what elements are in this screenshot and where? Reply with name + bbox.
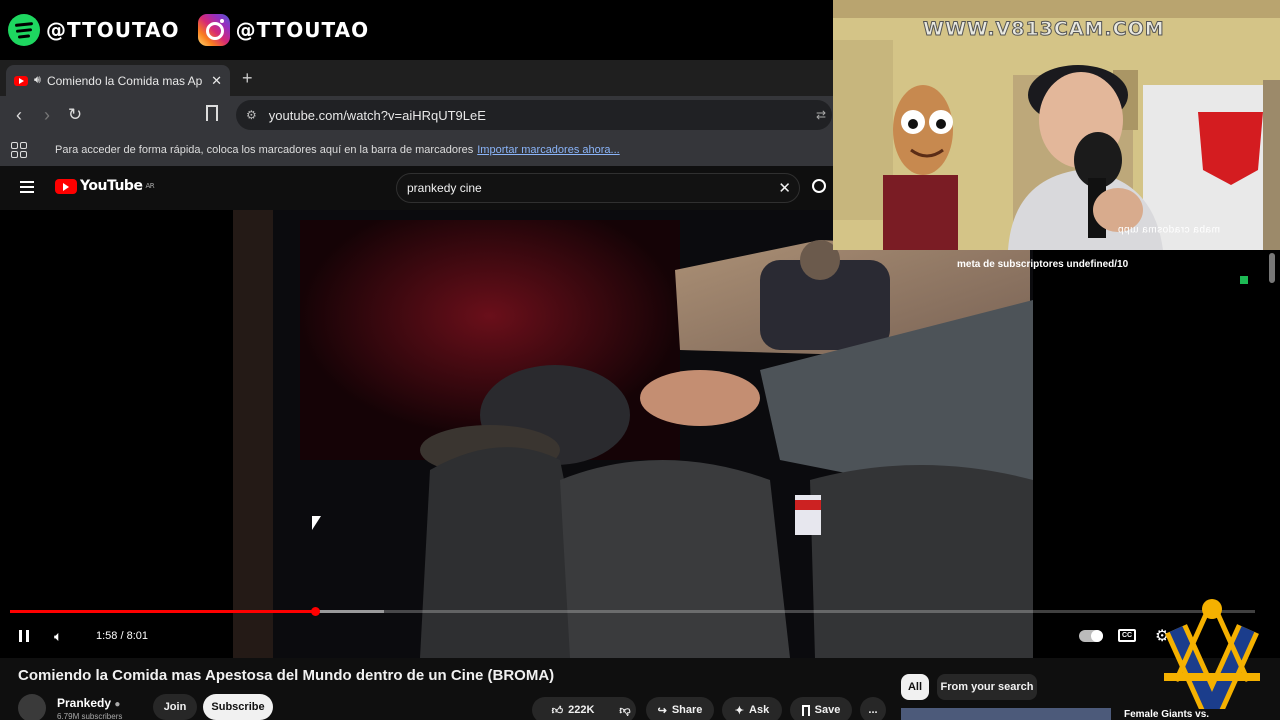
subscriber-count: 6.79M subscribers xyxy=(57,712,123,720)
volume-icon[interactable]: 🔈︎ xyxy=(54,628,62,645)
share-icon: ↪ xyxy=(657,704,667,717)
chip-all[interactable]: All xyxy=(901,674,929,700)
search-icon[interactable] xyxy=(812,179,826,193)
webcam-overlay: WWW.V813CAM.COM ddm ɐɯsopɐɹɔ ɐqɐɯ xyxy=(833,0,1280,250)
bookmarks-hint: Para acceder de forma rápida, coloca los… xyxy=(55,144,474,156)
social-handles-banner: @TTOUTAO @TTOUTAO xyxy=(0,0,833,60)
dislike-button[interactable]: 👎︎ xyxy=(614,697,636,720)
menu-icon[interactable] xyxy=(20,181,34,193)
instagram-handle-text: @TTOUTAO xyxy=(235,18,370,42)
ask-label: Ask xyxy=(749,704,770,716)
url-text: youtube.com/watch?v=aiHRqUT9LeE xyxy=(268,107,486,123)
new-tab-button[interactable]: + xyxy=(242,68,253,89)
close-tab-icon[interactable]: ✕ xyxy=(211,73,222,89)
save-icon xyxy=(801,704,810,716)
share-button[interactable]: ↪ Share xyxy=(646,697,714,720)
tab-title: Comiendo la Comida mas Ap xyxy=(46,73,203,88)
autoplay-toggle[interactable] xyxy=(1079,630,1103,642)
instagram-icon xyxy=(197,14,230,46)
cam-watermark: WWW.V813CAM.COM xyxy=(923,18,1165,41)
channel-name-text: Prankedy xyxy=(57,696,112,710)
video-info-area: Comiendo la Comida mas Apestosa del Mund… xyxy=(0,658,1280,720)
played-bar xyxy=(10,610,316,613)
like-button[interactable]: 👍︎ 222K xyxy=(532,697,614,720)
more-actions-button[interactable]: ... xyxy=(860,697,886,720)
time-display: 1:58 / 8:01 xyxy=(96,630,148,642)
channel-name[interactable]: Prankedy ● xyxy=(57,696,120,710)
cam-mirrored-caption: ddm ɐɯsopɐɹɔ ɐqɐɯ xyxy=(1118,224,1221,235)
spotify-handle: @TTOUTAO xyxy=(8,14,180,46)
import-bookmarks-link[interactable]: Importar marcadores ahora... xyxy=(477,144,619,156)
sparkle-icon: ✦ xyxy=(734,704,745,717)
pause-icon[interactable] xyxy=(19,630,29,642)
mouse-cursor-icon xyxy=(312,516,321,530)
masonic-logo-icon xyxy=(1164,599,1260,709)
speaker-icon[interactable]: 🔊︎ xyxy=(34,74,41,87)
back-icon[interactable]: ‹ xyxy=(5,105,33,126)
next-video-thumbnail[interactable] xyxy=(901,708,1111,720)
reload-icon[interactable]: ↻ xyxy=(61,105,89,125)
address-bar[interactable]: ⚙︎ youtube.com/watch?v=aiHRqUT9LeE ⇄ xyxy=(236,100,832,130)
subscriber-goal-text: meta de subscriptores undefined/10 xyxy=(957,259,1129,270)
screen: @TTOUTAO @TTOUTAO 🔊︎ Comiendo la Comida … xyxy=(0,0,1280,720)
like-count: 222K xyxy=(568,704,595,716)
video-frame xyxy=(233,210,1033,658)
player-controls: 🔈︎ 1:58 / 8:01 CC ⚙︎ xyxy=(0,624,1270,648)
youtube-logo-icon xyxy=(55,178,77,194)
scrubber-handle[interactable] xyxy=(311,607,321,616)
browser-toolbar: ‹ › ↻ ⚙︎ youtube.com/watch?v=aiHRqUT9LeE… xyxy=(0,96,833,134)
video-player[interactable] xyxy=(0,210,1270,658)
subscribe-button[interactable]: Subscribe xyxy=(203,694,273,720)
join-button[interactable]: Join xyxy=(153,694,197,720)
ask-button[interactable]: ✦ Ask xyxy=(722,697,782,720)
instagram-handle: @TTOUTAO xyxy=(197,14,370,46)
status-indicator-icon xyxy=(1240,276,1248,284)
chip-from-your-search[interactable]: From your search xyxy=(937,674,1037,700)
spotify-icon xyxy=(8,14,40,46)
thumbs-down-icon: 👎︎ xyxy=(619,704,631,717)
bookmarks-bar: Para acceder de forma rápida, coloca los… xyxy=(0,134,833,166)
page-scrollbar[interactable] xyxy=(1269,253,1275,283)
captions-icon[interactable]: CC xyxy=(1118,629,1136,642)
video-title: Comiendo la Comida mas Apestosa del Mund… xyxy=(18,667,555,684)
save-button[interactable]: Save xyxy=(790,697,852,720)
next-video-title[interactable]: Female Giants vs. xyxy=(1124,709,1209,720)
youtube-favicon-icon xyxy=(14,75,28,86)
spotify-handle-text: @TTOUTAO xyxy=(46,18,180,42)
youtube-header: YouTube AR prankedy cine ✕ xyxy=(0,166,833,210)
search-query: prankedy cine xyxy=(407,181,482,195)
share-label: Share xyxy=(671,704,703,716)
bookmark-star-icon[interactable] xyxy=(206,105,218,121)
clear-search-icon[interactable]: ✕ xyxy=(778,179,791,197)
search-input[interactable]: prankedy cine ✕ xyxy=(396,173,800,203)
channel-avatar[interactable] xyxy=(18,694,46,720)
verified-icon: ● xyxy=(114,699,121,710)
browser-tab-strip: 🔊︎ Comiendo la Comida mas Ap ✕ + xyxy=(0,60,833,96)
progress-bar[interactable] xyxy=(10,607,1255,616)
site-info-icon[interactable]: ⚙︎ xyxy=(246,108,257,122)
save-label: Save xyxy=(814,704,841,716)
apps-grid-icon[interactable] xyxy=(11,142,27,158)
youtube-region: AR xyxy=(145,182,155,190)
forward-icon[interactable]: › xyxy=(33,105,61,126)
youtube-logo[interactable]: YouTube AR xyxy=(55,178,155,194)
thumbs-up-icon: 👍︎ xyxy=(551,704,564,717)
browser-tab-active[interactable]: 🔊︎ Comiendo la Comida mas Ap ✕ xyxy=(6,65,230,96)
youtube-logo-text: YouTube xyxy=(80,178,143,194)
translate-icon[interactable]: ⇄ xyxy=(816,108,826,122)
